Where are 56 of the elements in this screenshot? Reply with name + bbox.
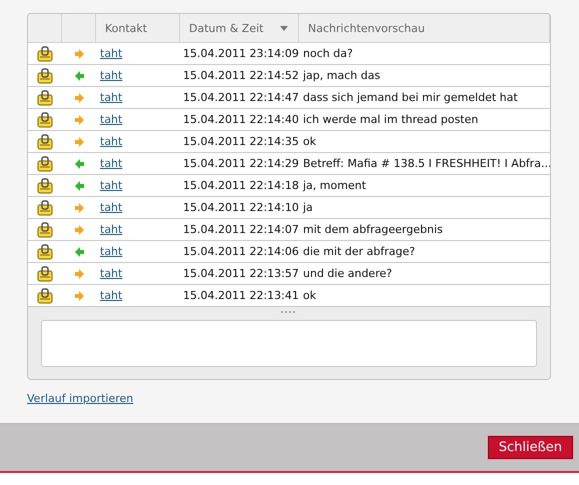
column-header[interactable]: Nachrichtenvorschau — [299, 14, 550, 42]
contact-link[interactable]: taht — [100, 69, 122, 82]
column-header[interactable]: Datum & Zeit — [180, 14, 299, 42]
clipboard-icon — [37, 68, 53, 84]
table-cell-text: 15.04.2011 22:14:10 — [182, 201, 299, 214]
table-cell-text: 15.04.2011 22:14:52 — [182, 69, 299, 82]
contact-link[interactable]: taht — [100, 47, 122, 60]
clipboard-icon — [37, 134, 53, 150]
contact-link[interactable]: taht — [100, 135, 122, 148]
table-cell-text: 15.04.2011 23:14:09 — [182, 47, 299, 60]
table-cell-text: ja, moment — [302, 179, 368, 192]
sort-caret-icon — [280, 26, 288, 30]
clipboard-icon — [37, 178, 53, 194]
table-cell-text: jap, mach das — [302, 69, 382, 82]
clipboard-icon — [37, 222, 53, 238]
column-header[interactable]: Kontakt — [96, 14, 180, 42]
message-field[interactable] — [41, 320, 537, 367]
table-cell-text: und die andere? — [302, 267, 394, 280]
table-cell-text: 15.04.2011 22:13:57 — [182, 267, 299, 280]
splitter-handle[interactable] — [281, 310, 297, 314]
table-cell-text: 15.04.2011 22:14:35 — [182, 135, 299, 148]
table-cell-text: 15.04.2011 22:14:40 — [182, 113, 299, 126]
table-cell-text: ja — [302, 201, 314, 214]
clipboard-icon — [37, 156, 53, 172]
table-cell-text: dass sich jemand bei mir gemeldet hat — [302, 91, 519, 104]
table-cell-text: 15.04.2011 22:14:07 — [182, 223, 299, 236]
clipboard-icon — [37, 200, 53, 216]
table-cell-text: 15.04.2011 22:13:41 — [182, 289, 299, 302]
table-cell-text: noch da? — [302, 47, 354, 60]
contact-link[interactable]: taht — [100, 157, 122, 170]
clipboard-icon — [37, 90, 53, 106]
table-cell-text: ok — [302, 135, 318, 148]
table-cell-text: 15.04.2011 22:14:06 — [182, 245, 299, 258]
contact-link[interactable]: taht — [100, 179, 122, 192]
contact-link[interactable]: taht — [100, 91, 122, 104]
close-button[interactable]: Schließen — [488, 436, 573, 459]
table-cell-text: 15.04.2011 22:14:29 — [182, 157, 299, 170]
clipboard-icon — [37, 244, 53, 260]
clipboard-icon — [37, 46, 53, 62]
table-cell-text: mit dem abfrageergebnis — [302, 223, 444, 236]
table-cell-text: Betreff: Mafia # 138.5 I FRESHHEIT! I Abfra... — [302, 157, 550, 170]
import-history-link[interactable]: Verlauf importieren — [27, 392, 134, 405]
contact-link[interactable]: taht — [100, 245, 122, 258]
table-cell-text: ok — [302, 289, 318, 302]
clipboard-icon — [37, 288, 53, 304]
contact-link[interactable]: taht — [100, 113, 122, 126]
contact-link[interactable]: taht — [100, 289, 122, 302]
contact-link[interactable]: taht — [100, 267, 122, 280]
contact-link[interactable]: taht — [100, 201, 122, 214]
table-cell-text: 15.04.2011 22:14:47 — [182, 91, 299, 104]
table-cell-text: die mit der abfrage? — [302, 245, 416, 258]
contact-link[interactable]: taht — [100, 223, 122, 236]
table-cell-text: 15.04.2011 22:14:18 — [182, 179, 299, 192]
clipboard-icon — [37, 266, 53, 282]
clipboard-icon — [37, 112, 53, 128]
table-cell-text: ich werde mal im thread posten — [302, 113, 480, 126]
